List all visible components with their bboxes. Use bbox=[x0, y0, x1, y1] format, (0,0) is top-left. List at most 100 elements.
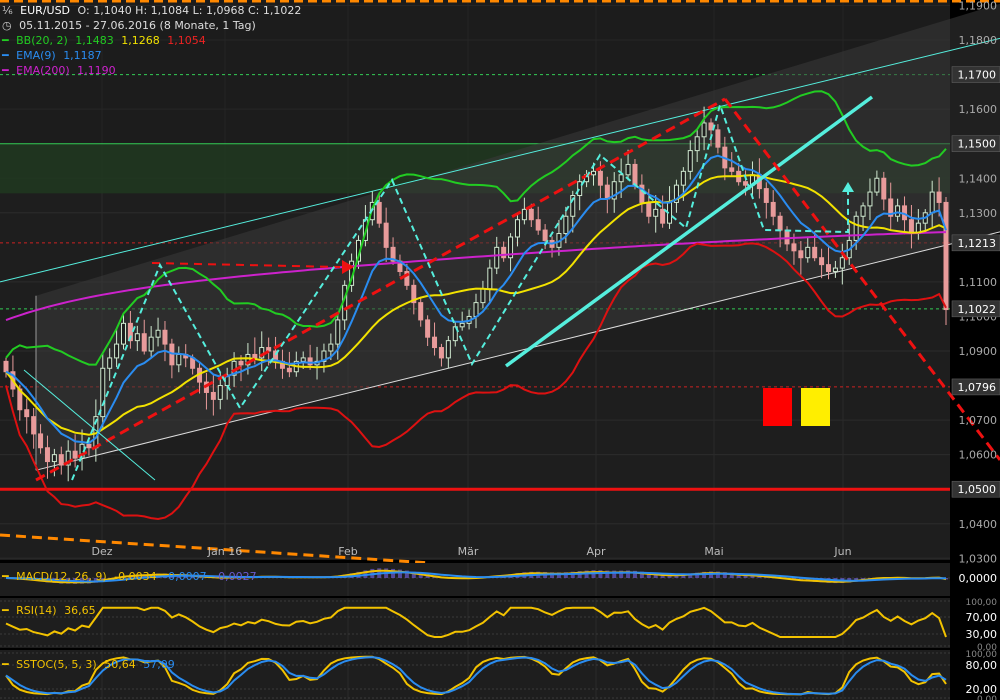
bb-swatch-icon: ━ bbox=[2, 34, 9, 47]
candle-body bbox=[839, 257, 845, 269]
sstoc-tick-label: 80,00 bbox=[966, 659, 998, 672]
rsi-background bbox=[0, 598, 950, 648]
clock-icon: ◷ bbox=[2, 19, 12, 32]
candle-body bbox=[729, 167, 735, 172]
candle-body bbox=[687, 150, 693, 172]
time-tick-label: Mai bbox=[704, 545, 723, 558]
candle-body bbox=[445, 340, 451, 359]
price-chart: 1,1900 1,1800 1,1600 1,1400 1,1300 1,1100 1,09… bbox=[0, 0, 1000, 700]
price-tick-label: 1,1400 bbox=[959, 172, 998, 185]
ema9-label: EMA(9) bbox=[16, 49, 56, 62]
candle-body bbox=[881, 177, 887, 200]
ema9-value: 1,1187 bbox=[63, 49, 102, 62]
price-tick-label: 1,0700 bbox=[959, 414, 998, 427]
time-tick-label: Jan 16 bbox=[207, 545, 242, 558]
candle-body bbox=[832, 267, 838, 273]
candle-body bbox=[134, 333, 140, 342]
chart-legend: ⅙ EUR/USD O: 1,1040 H: 1,1084 L: 1,0968 … bbox=[2, 3, 305, 78]
ema200-swatch-icon: ━ bbox=[2, 64, 9, 77]
rsi-value: 36,65 bbox=[64, 604, 96, 617]
candle-body bbox=[176, 353, 182, 366]
legend-ema200-row: ━ EMA(200) 1,1190 bbox=[2, 63, 305, 78]
rsi-tick-label: 70,00 bbox=[966, 611, 998, 624]
candle-body bbox=[418, 302, 424, 321]
bb-upper-value: 1,1483 bbox=[75, 34, 114, 47]
rsi-legend: ━ RSI(14) 36,65 bbox=[2, 603, 100, 618]
candle-body bbox=[908, 219, 914, 235]
candle-body bbox=[867, 191, 873, 207]
candle-body bbox=[24, 409, 30, 418]
candle-body bbox=[763, 188, 769, 203]
candle-body bbox=[107, 357, 113, 369]
candle-body bbox=[514, 219, 520, 238]
level-label: 1,0796 bbox=[958, 381, 997, 394]
candle-body bbox=[777, 215, 783, 231]
candle-body bbox=[791, 243, 797, 252]
macd-value-3: -0,0027 bbox=[214, 570, 257, 583]
candle-body bbox=[494, 246, 500, 269]
legend-bb-row: ━ BB(20, 2) 1,1483 1,1268 1,1054 bbox=[2, 33, 305, 48]
bb-lower-value: 1,1054 bbox=[167, 34, 206, 47]
price-tick-label: 1,1900 bbox=[959, 0, 998, 13]
candle-body bbox=[335, 319, 341, 345]
candle-body bbox=[162, 329, 168, 345]
rsi-swatch-icon: ━ bbox=[2, 604, 9, 617]
candle-body bbox=[597, 170, 603, 186]
macd-label: MACD(12, 26, 9) bbox=[16, 570, 107, 583]
rsi-tick-label: 30,00 bbox=[966, 628, 998, 641]
candle-body bbox=[480, 288, 486, 304]
candle-body bbox=[784, 229, 790, 245]
candle-body bbox=[680, 170, 686, 186]
ema200-label: EMA(200) bbox=[16, 64, 70, 77]
candle-body bbox=[155, 329, 161, 338]
candle-body bbox=[694, 136, 700, 152]
candle-body bbox=[625, 163, 631, 176]
ema200-value: 1,1190 bbox=[77, 64, 116, 77]
level-label: 1,0500 bbox=[958, 483, 997, 496]
time-tick-label: Feb bbox=[338, 545, 357, 558]
candle-body bbox=[798, 250, 804, 259]
candle-body bbox=[217, 385, 223, 400]
rsi-panel: 100,0070,0030,000,00 bbox=[0, 598, 997, 653]
candle-body bbox=[653, 208, 659, 217]
symbol-label: EUR/USD bbox=[20, 4, 71, 17]
candle-body bbox=[438, 347, 444, 359]
sstoc-tick-label: 0,00 bbox=[977, 695, 997, 700]
macd-swatch-icon: ━ bbox=[2, 570, 9, 583]
candle-body bbox=[148, 336, 154, 352]
candle-body bbox=[770, 201, 776, 217]
macd-tick-label: 0,0000 bbox=[959, 572, 998, 585]
candle-body bbox=[376, 201, 382, 224]
candle-body bbox=[252, 353, 258, 359]
candle-body bbox=[874, 177, 880, 193]
candle-body bbox=[805, 246, 811, 259]
price-tick-label: 1,1800 bbox=[959, 34, 998, 47]
candle-body bbox=[58, 454, 64, 466]
candle-body bbox=[542, 229, 548, 241]
candle-body bbox=[501, 246, 507, 259]
rsi-tick-label: 100,00 bbox=[966, 598, 998, 608]
candle-body bbox=[860, 205, 866, 217]
candle-body bbox=[895, 205, 901, 217]
macd-value-1: -0,0034 bbox=[114, 570, 157, 583]
chart-type-icon: ⅙ bbox=[2, 4, 13, 17]
level-label: 1,1022 bbox=[958, 303, 997, 316]
candle-body bbox=[853, 215, 859, 241]
candle-body bbox=[100, 367, 106, 418]
level-label: 1,1500 bbox=[958, 138, 997, 151]
legend-range-row: ◷ 05.11.2015 - 27.06.2016 (8 Monate, 1 T… bbox=[2, 18, 305, 33]
candle-body bbox=[646, 201, 652, 217]
candle-body bbox=[425, 319, 431, 338]
candle-body bbox=[521, 208, 527, 221]
time-tick-label: Mär bbox=[458, 545, 479, 558]
candle-body bbox=[943, 201, 949, 311]
candle-body bbox=[743, 181, 749, 186]
candle-body bbox=[72, 450, 78, 459]
sstoc-value-1: 50,64 bbox=[104, 658, 136, 671]
sstoc-swatch-icon: ━ bbox=[2, 658, 9, 671]
price-tick-label: 1,1300 bbox=[959, 207, 998, 220]
ohlc-label: O: 1,1040 H: 1,1084 L: 1,0968 C: 1,1022 bbox=[77, 4, 302, 17]
time-tick-label: Apr bbox=[586, 545, 606, 558]
candle-body bbox=[591, 170, 596, 176]
candle-body bbox=[51, 454, 57, 463]
